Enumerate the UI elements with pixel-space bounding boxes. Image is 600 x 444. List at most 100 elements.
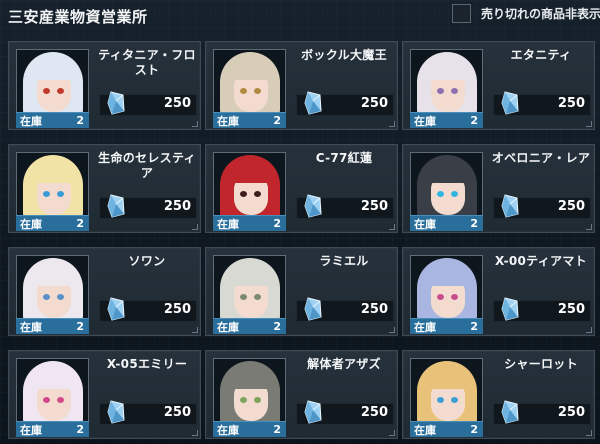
shop-item-card[interactable]: 在庫 2 ティタニア・フロスト 250	[8, 41, 201, 130]
item-name: ティタニア・フロスト	[98, 48, 196, 77]
character-avatar	[214, 153, 285, 224]
character-avatar	[17, 359, 88, 430]
item-name: X-05エミリー	[106, 357, 188, 371]
item-name: シャーロット	[504, 357, 578, 371]
shop-item-card[interactable]: 在庫 2 ラミエル 250	[205, 247, 398, 336]
shop-item-card[interactable]: 在庫 2 シャーロット 250	[402, 350, 595, 439]
crystal-icon	[107, 400, 125, 424]
stock-count: 2	[273, 114, 281, 127]
stock-bar: 在庫 2	[16, 421, 89, 437]
shop-item-card[interactable]: 在庫 2 X-00ティアマト 250	[402, 247, 595, 336]
portrait-eye-right	[57, 191, 64, 197]
shop-header: 三安産業物資営業所 売り切れの商品非表示	[0, 0, 600, 30]
stock-bar: 在庫 2	[410, 215, 483, 231]
item-price: 250	[360, 405, 388, 420]
portrait-bangs	[425, 163, 471, 183]
item-price: 250	[360, 302, 388, 317]
character-avatar	[17, 153, 88, 224]
portrait-bangs	[228, 163, 274, 183]
crystal-icon	[501, 194, 519, 218]
shop-item-card[interactable]: 在庫 2 解体者アザズ 250	[205, 350, 398, 439]
stock-label: 在庫	[20, 217, 42, 231]
stock-count: 2	[273, 320, 281, 333]
item-name: ボックル大魔王	[301, 48, 387, 62]
portrait-eye-left	[43, 88, 50, 94]
portrait-eye-right	[451, 294, 458, 300]
portrait-bangs	[31, 369, 77, 389]
portrait-eye-right	[57, 294, 64, 300]
stock-label: 在庫	[217, 423, 239, 437]
portrait-eye-right	[254, 191, 261, 197]
hide-sold-out-label[interactable]: 売り切れの商品非表示	[481, 5, 600, 22]
shop-item-card[interactable]: 在庫 2 ソワン 250	[8, 247, 201, 336]
stock-bar: 在庫 2	[16, 318, 89, 334]
shop-item-card[interactable]: 在庫 2 X-05エミリー 250	[8, 350, 201, 439]
portrait-eye-left	[240, 294, 247, 300]
portrait-eye-right	[254, 397, 261, 403]
portrait-bangs	[425, 60, 471, 80]
portrait-eye-right	[451, 88, 458, 94]
stock-count: 2	[470, 217, 478, 230]
portrait-eye-right	[57, 397, 64, 403]
portrait-bangs	[31, 266, 77, 286]
stock-bar: 在庫 2	[213, 421, 286, 437]
item-price: 250	[557, 96, 585, 111]
portrait-bangs	[425, 266, 471, 286]
stock-count: 2	[470, 114, 478, 127]
item-name: エタニティ	[510, 48, 572, 62]
crystal-icon	[107, 297, 125, 321]
portrait-bangs	[31, 60, 77, 80]
crystal-icon	[107, 91, 125, 115]
stock-label: 在庫	[217, 320, 239, 334]
stock-bar: 在庫 2	[410, 112, 483, 128]
character-avatar	[411, 256, 482, 327]
portrait-eye-left	[43, 397, 50, 403]
item-price: 250	[360, 199, 388, 214]
portrait-bangs	[31, 163, 77, 183]
item-name: 生命のセレスティア	[98, 151, 196, 180]
crystal-icon	[107, 194, 125, 218]
item-price: 250	[557, 302, 585, 317]
portrait-eye-right	[57, 88, 64, 94]
character-avatar	[411, 359, 482, 430]
portrait-eye-left	[240, 88, 247, 94]
shop-item-card[interactable]: 在庫 2 生命のセレスティア 250	[8, 144, 201, 233]
hide-sold-out-toggle[interactable]: 売り切れの商品非表示	[452, 2, 600, 24]
portrait-eye-left	[43, 294, 50, 300]
portrait-bangs	[425, 369, 471, 389]
crystal-icon	[304, 297, 322, 321]
item-price: 250	[557, 405, 585, 420]
shop-item-card[interactable]: 在庫 2 エタニティ 250	[402, 41, 595, 130]
portrait-eye-left	[240, 397, 247, 403]
item-price: 250	[360, 96, 388, 111]
stock-label: 在庫	[414, 423, 436, 437]
character-avatar	[411, 153, 482, 224]
item-grid: 在庫 2 ティタニア・フロスト 250 在庫 2 ボックル大魔王 250 在庫 …	[8, 41, 595, 439]
stock-count: 2	[470, 423, 478, 436]
item-name: ラミエル	[319, 254, 369, 268]
stock-bar: 在庫 2	[16, 215, 89, 231]
item-name: ソワン	[128, 254, 166, 268]
portrait-eye-right	[254, 294, 261, 300]
item-price: 250	[163, 405, 191, 420]
stock-bar: 在庫 2	[410, 421, 483, 437]
stock-count: 2	[470, 320, 478, 333]
item-name: 解体者アザズ	[307, 357, 381, 371]
stock-label: 在庫	[414, 320, 436, 334]
portrait-eye-right	[254, 88, 261, 94]
stock-count: 2	[273, 217, 281, 230]
item-price: 250	[557, 199, 585, 214]
shop-item-card[interactable]: 在庫 2 ボックル大魔王 250	[205, 41, 398, 130]
stock-label: 在庫	[217, 217, 239, 231]
portrait-eye-left	[240, 191, 247, 197]
shop-item-card[interactable]: 在庫 2 C-77紅蓮 250	[205, 144, 398, 233]
crystal-icon	[501, 400, 519, 424]
portrait-eye-left	[437, 191, 444, 197]
portrait-bangs	[228, 60, 274, 80]
shop-item-card[interactable]: 在庫 2 オベロニア・レア 250	[402, 144, 595, 233]
hide-sold-out-checkbox[interactable]	[452, 3, 471, 23]
stock-label: 在庫	[20, 114, 42, 128]
shop-title: 三安産業物資営業所	[8, 8, 148, 26]
character-avatar	[17, 256, 88, 327]
crystal-icon	[501, 91, 519, 115]
